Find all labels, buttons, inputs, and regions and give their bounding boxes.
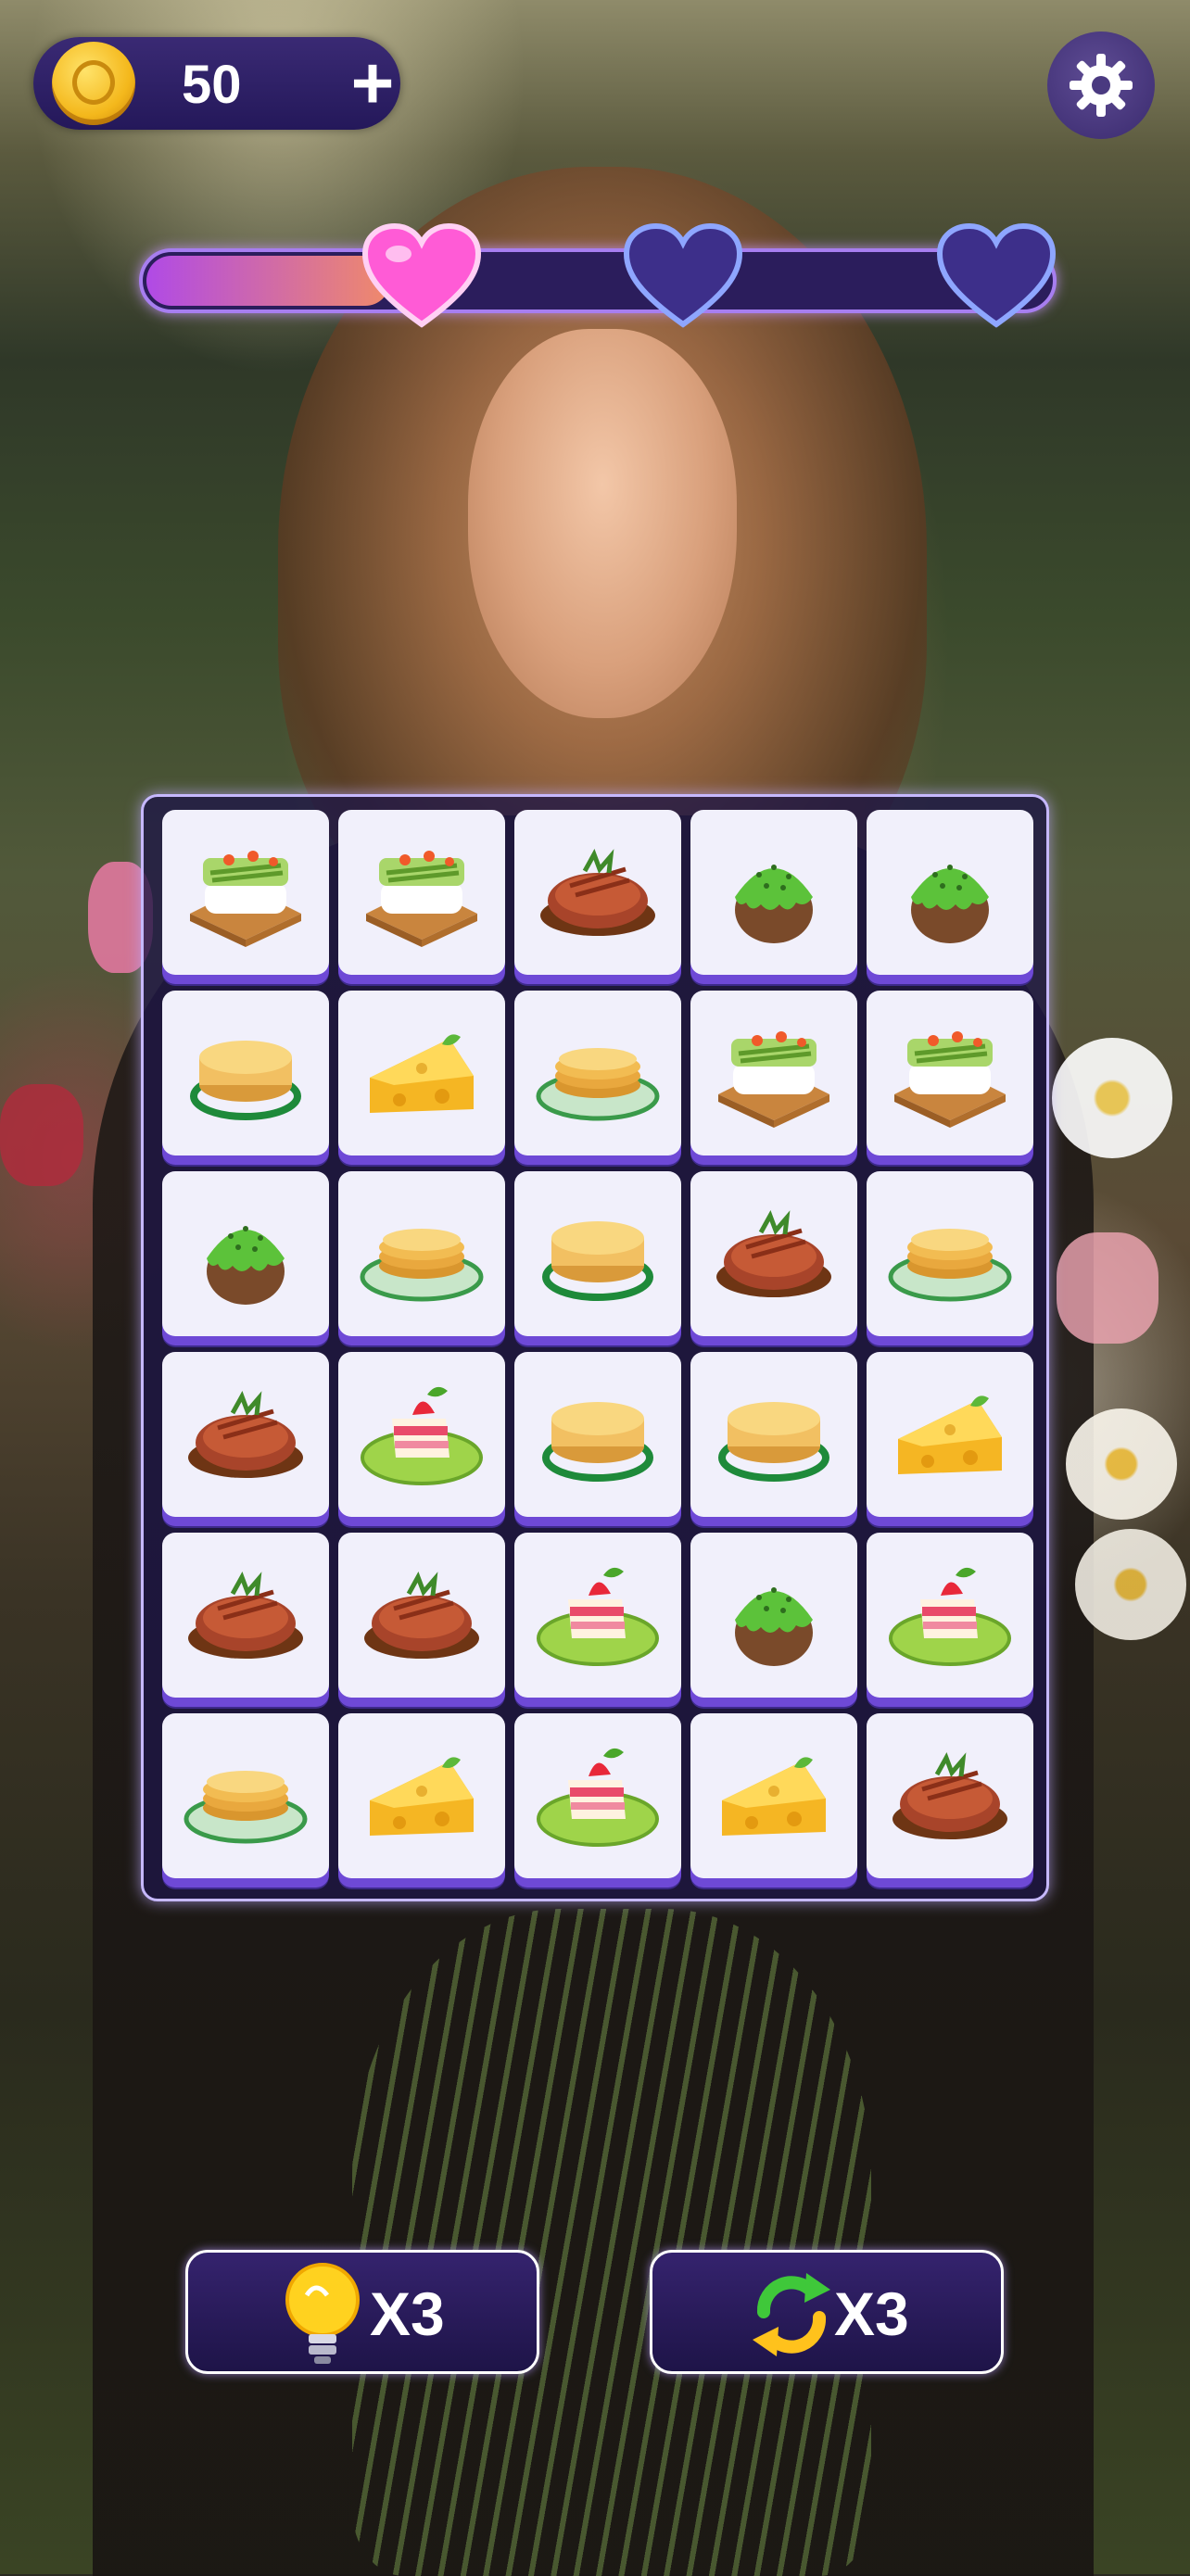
heart-2-icon [623, 222, 743, 332]
gear-icon [1070, 54, 1133, 117]
steak-icon [892, 1752, 1007, 1839]
tile[interactable] [690, 991, 857, 1155]
strawberry-cake-icon [889, 1567, 1011, 1666]
coin-icon [52, 42, 135, 125]
tile[interactable] [867, 1171, 1033, 1336]
tile[interactable] [514, 1352, 681, 1517]
pancake-icon [542, 1402, 653, 1482]
background-flower [1075, 1529, 1186, 1640]
tile[interactable] [162, 991, 329, 1155]
coin-count: 50 [182, 55, 242, 115]
shuffle-icon [753, 2273, 830, 2356]
tile[interactable] [867, 1352, 1033, 1517]
steak-icon [364, 1572, 479, 1659]
tile[interactable] [162, 1533, 329, 1698]
tile[interactable] [162, 810, 329, 975]
sushi-icon [190, 851, 301, 947]
steak-icon [540, 849, 655, 936]
heart-3-icon [936, 222, 1057, 332]
pancake-plate-icon [888, 1229, 1012, 1302]
background-flower-stems [352, 1909, 871, 2576]
tile[interactable] [514, 810, 681, 975]
tile[interactable] [162, 1352, 329, 1517]
tile[interactable] [867, 991, 1033, 1155]
heart-1-icon [361, 222, 482, 332]
tile[interactable] [514, 991, 681, 1155]
matcha-cake-icon [735, 865, 813, 943]
coin-counter: 50 + [33, 37, 400, 130]
tile[interactable] [690, 1713, 857, 1878]
background-flower [1066, 1408, 1177, 1520]
tile[interactable] [867, 810, 1033, 975]
background-flower [1057, 1232, 1158, 1344]
matcha-cake-icon [911, 865, 989, 943]
strawberry-cake-icon [537, 1748, 659, 1847]
add-coins-button[interactable]: + [345, 46, 400, 120]
tile[interactable] [514, 1713, 681, 1878]
matcha-cake-icon [735, 1587, 813, 1666]
strawberry-cake-icon [361, 1386, 483, 1485]
sushi-icon [366, 851, 477, 947]
tile[interactable] [338, 1713, 505, 1878]
tile[interactable] [338, 1533, 505, 1698]
cheese-icon [722, 1757, 826, 1836]
shuffle-count: X3 [834, 2279, 909, 2348]
shuffle-button[interactable]: X3 [650, 2250, 1004, 2374]
tile[interactable] [690, 810, 857, 975]
level-progress-bar [139, 248, 1057, 313]
hint-count: X3 [370, 2279, 445, 2348]
lightbulb-icon [285, 2263, 360, 2364]
cheese-icon [370, 1757, 474, 1836]
cheese-icon [898, 1395, 1002, 1474]
level-progress-fill [146, 256, 390, 306]
pancake-plate-icon [184, 1771, 308, 1844]
pancake-plate-icon [536, 1048, 660, 1121]
tile[interactable] [338, 810, 505, 975]
background-flower [1052, 1038, 1172, 1158]
settings-button[interactable] [1047, 32, 1155, 139]
tile[interactable] [514, 1171, 681, 1336]
tile[interactable] [162, 1713, 329, 1878]
pancake-icon [542, 1221, 653, 1301]
hint-button[interactable]: X3 [185, 2250, 539, 2374]
strawberry-cake-icon [537, 1567, 659, 1666]
steak-icon [716, 1210, 831, 1297]
cheese-icon [370, 1034, 474, 1113]
tile[interactable] [690, 1352, 857, 1517]
tile[interactable] [690, 1533, 857, 1698]
pancake-plate-icon [360, 1229, 484, 1302]
tile[interactable] [867, 1533, 1033, 1698]
tile[interactable] [338, 1352, 505, 1517]
tile[interactable] [338, 1171, 505, 1336]
sushi-icon [718, 1031, 829, 1128]
tile[interactable] [690, 1171, 857, 1336]
matcha-cake-icon [207, 1226, 285, 1305]
pancake-icon [718, 1402, 829, 1482]
tile[interactable] [514, 1533, 681, 1698]
steak-icon [188, 1391, 303, 1478]
sushi-icon [894, 1031, 1006, 1128]
tile[interactable] [867, 1713, 1033, 1878]
tile-board [141, 794, 1049, 1901]
pancake-icon [190, 1041, 301, 1120]
steak-icon [188, 1572, 303, 1659]
background-flower [0, 1084, 83, 1186]
tile[interactable] [162, 1171, 329, 1336]
tile[interactable] [338, 991, 505, 1155]
background-face [468, 329, 737, 718]
